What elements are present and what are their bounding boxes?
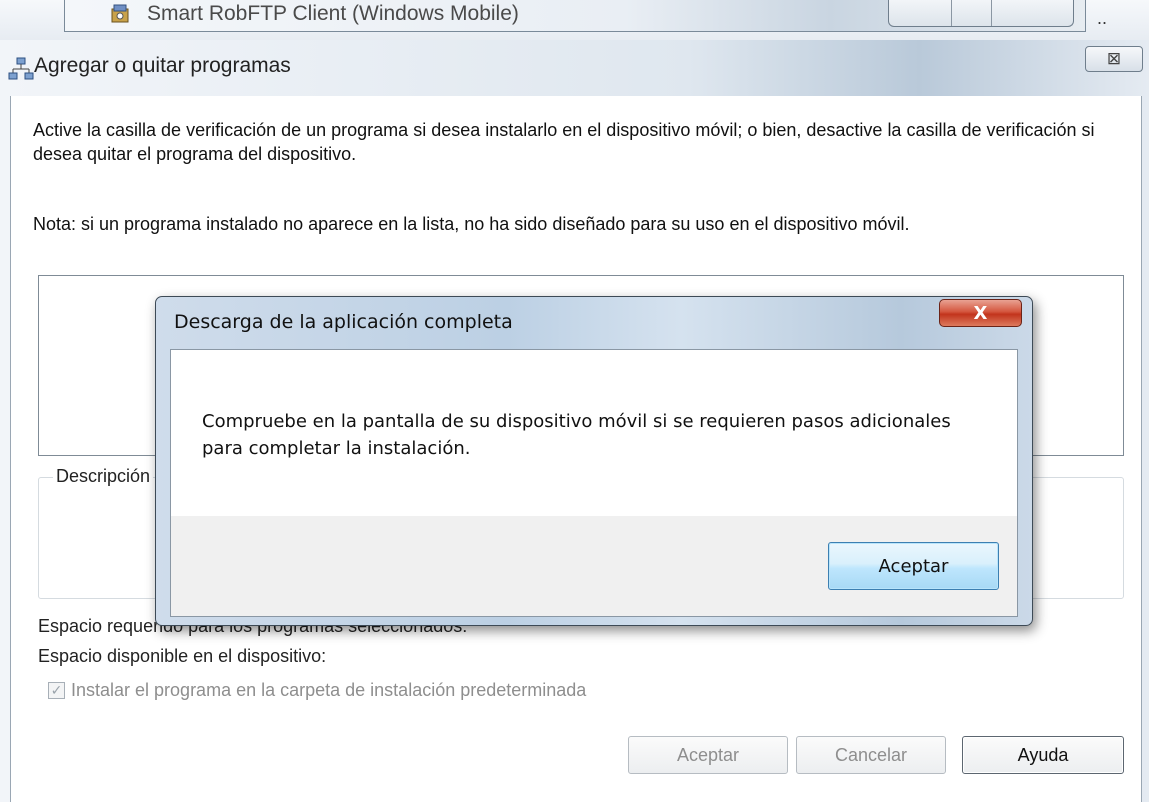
close-icon: ⊠ — [1106, 49, 1122, 68]
note-text: Nota: si un programa instalado no aparec… — [33, 214, 910, 234]
modal-body: Compruebe en la pantalla de su dispositi… — [171, 350, 1017, 516]
ok-button[interactable]: Aceptar — [628, 736, 788, 774]
modal-content: Compruebe en la pantalla de su dispositi… — [170, 349, 1018, 617]
background-window-title: Smart RobFTP Client (Windows Mobile) — [147, 2, 519, 25]
install-default-label: Instalar el programa en la carpeta de in… — [71, 680, 587, 700]
background-window-caption-buttons — [888, 0, 1074, 27]
program-icon — [111, 4, 129, 23]
download-complete-dialog: Descarga de la aplicación completa X Com… — [155, 296, 1033, 626]
maximize-button[interactable] — [951, 0, 992, 26]
cancel-button[interactable]: Cancelar — [796, 736, 946, 774]
modal-title: Descarga de la aplicación completa — [174, 311, 513, 333]
dialog-close-button[interactable]: ⊠ — [1085, 46, 1143, 72]
dialog-title: Agregar o quitar programas — [34, 54, 291, 77]
install-default-option: ✓ Instalar el programa en la carpeta de … — [48, 680, 586, 701]
minimize-button[interactable] — [889, 0, 952, 26]
description-label: Descripción — [53, 466, 154, 487]
install-default-checkbox[interactable]: ✓ — [48, 682, 65, 699]
dialog-titlebar[interactable]: Agregar o quitar programas ⊠ — [0, 40, 1149, 96]
network-icon — [8, 57, 34, 80]
overflow-indicator: .. — [1097, 8, 1108, 28]
background-window: Smart RobFTP Client (Windows Mobile) .. — [0, 0, 1149, 40]
close-icon: X — [973, 302, 988, 324]
modal-close-button[interactable]: X — [939, 299, 1022, 327]
modal-message: Compruebe en la pantalla de su dispositi… — [202, 411, 951, 459]
close-button[interactable] — [991, 0, 1073, 26]
intro-text: Active la casilla de verificación de un … — [33, 120, 1095, 164]
help-button[interactable]: Ayuda — [962, 736, 1124, 774]
space-available-label: Espacio disponible en el dispositivo: — [38, 646, 327, 666]
modal-ok-button[interactable]: Aceptar — [828, 542, 999, 590]
